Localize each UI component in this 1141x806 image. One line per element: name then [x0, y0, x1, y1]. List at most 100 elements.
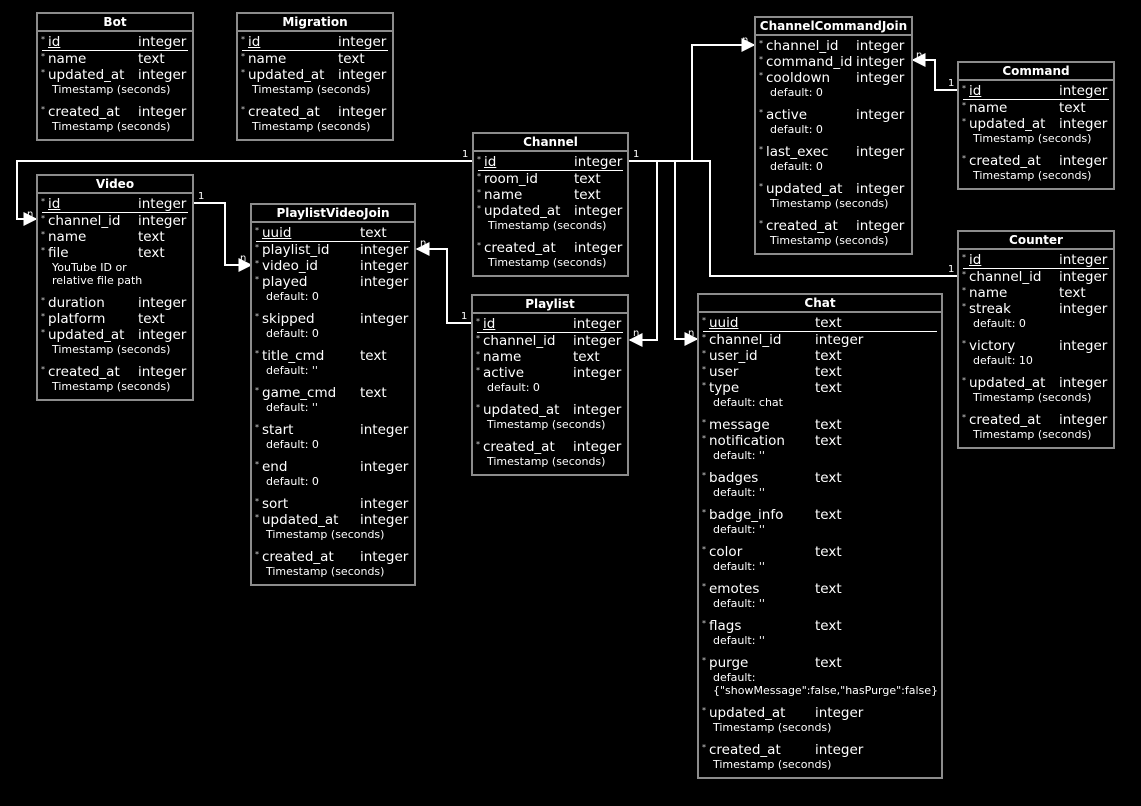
field-name: id: [48, 34, 61, 50]
field-row-created-at[interactable]: * created_at integer: [41, 364, 188, 380]
field-row-channel-id[interactable]: * channel_id integer: [759, 38, 907, 54]
table-chat[interactable]: Chat * uuid text * channel_id integer * user_id t…: [697, 293, 943, 779]
field-row-sort[interactable]: * sort integer: [255, 496, 410, 512]
field-row-active[interactable]: * active integer: [476, 365, 623, 381]
field-row-id[interactable]: * id integer: [477, 154, 623, 171]
field-row-skipped[interactable]: * skipped integer: [255, 311, 410, 327]
field-row-badge-info[interactable]: * badge_info text: [702, 507, 937, 523]
field-name: user: [709, 364, 739, 380]
field-row-name[interactable]: * name text: [962, 285, 1109, 301]
field-name: name: [48, 51, 87, 67]
table-title: Video: [38, 176, 192, 194]
field-row-id[interactable]: * id integer: [962, 83, 1109, 100]
field-row-updated-at[interactable]: * updated_at integer: [41, 327, 188, 343]
field-row-flags[interactable]: * flags text: [702, 618, 937, 634]
table-channelcommandjoin[interactable]: ChannelCommandJoin * channel_id integer * com…: [754, 16, 913, 255]
field-row-cooldown[interactable]: * cooldown integer: [759, 70, 907, 86]
field-row-streak[interactable]: * streak integer: [962, 301, 1109, 317]
field-note: Timestamp (seconds): [973, 428, 1092, 441]
required-marker-icon: *: [255, 275, 259, 284]
field-type: integer: [573, 439, 622, 455]
field-row-playlist-id[interactable]: * playlist_id integer: [255, 242, 410, 258]
field-row-start[interactable]: * start integer: [255, 422, 410, 438]
required-marker-icon: *: [41, 35, 45, 44]
field-row-notification[interactable]: * notification text: [702, 433, 937, 449]
table-command[interactable]: Command * id integer * name text * updated_at int…: [957, 61, 1115, 190]
field-row-updated-at[interactable]: * updated_at integer: [477, 203, 623, 219]
table-playlistvideojoin[interactable]: PlaylistVideoJoin * uuid text * playlist_id in…: [250, 203, 416, 586]
field-type: integer: [1059, 116, 1108, 132]
field-row-channel-id[interactable]: * channel_id integer: [962, 269, 1109, 285]
field-row-updated-at[interactable]: * updated_at integer: [476, 402, 623, 418]
field-row-name[interactable]: * name text: [962, 100, 1109, 116]
field-row-channel-id[interactable]: * channel_id integer: [702, 332, 937, 348]
field-row-name[interactable]: * name text: [241, 51, 388, 67]
field-row-message[interactable]: * message text: [702, 417, 937, 433]
table-migration[interactable]: Migration * id integer * name text * updated_at i…: [236, 12, 394, 141]
field-row-user[interactable]: * user text: [702, 364, 937, 380]
field-row-updated-at[interactable]: * updated_at integer: [255, 512, 410, 528]
field-row-id[interactable]: * id integer: [476, 316, 623, 333]
field-row-name[interactable]: * name text: [41, 229, 188, 245]
field-row-active[interactable]: * active integer: [759, 107, 907, 123]
field-row-played[interactable]: * played integer: [255, 274, 410, 290]
field-row-created-at[interactable]: * created_at integer: [477, 240, 623, 256]
field-row-name[interactable]: * name text: [41, 51, 188, 67]
field-row-uuid[interactable]: * uuid text: [255, 225, 410, 242]
field-row-created-at[interactable]: * created_at integer: [702, 742, 937, 758]
field-row-name[interactable]: * name text: [476, 349, 623, 365]
field-name: channel_id: [969, 269, 1042, 285]
field-row-user-id[interactable]: * user_id text: [702, 348, 937, 364]
field-row-video-id[interactable]: * video_id integer: [255, 258, 410, 274]
table-counter[interactable]: Counter * id integer * channel_id integer * name…: [957, 230, 1115, 449]
field-row-id[interactable]: * id integer: [241, 34, 388, 51]
field-row-file[interactable]: * file text: [41, 245, 188, 261]
field-note: default: '': [713, 560, 765, 573]
field-row-uuid[interactable]: * uuid text: [702, 315, 937, 332]
field-row-last-exec[interactable]: * last_exec integer: [759, 144, 907, 160]
field-row-updated-at[interactable]: * updated_at integer: [962, 116, 1109, 132]
field-row-created-at[interactable]: * created_at integer: [255, 549, 410, 565]
card-playlist-pvj-1: 1: [461, 311, 467, 322]
required-marker-icon: *: [255, 226, 259, 235]
field-row-id[interactable]: * id integer: [962, 252, 1109, 269]
field-type: integer: [1059, 338, 1108, 354]
required-marker-icon: *: [477, 241, 481, 250]
field-row-victory[interactable]: * victory integer: [962, 338, 1109, 354]
field-row-created-at[interactable]: * created_at integer: [962, 153, 1109, 169]
field-row-updated-at[interactable]: * updated_at integer: [702, 705, 937, 721]
field-row-game-cmd[interactable]: * game_cmd text: [255, 385, 410, 401]
field-row-id[interactable]: * id integer: [41, 34, 188, 51]
field-row-name[interactable]: * name text: [477, 187, 623, 203]
field-row-created-at[interactable]: * created_at integer: [476, 439, 623, 455]
field-row-created-at[interactable]: * created_at integer: [241, 104, 388, 120]
field-row-title-cmd[interactable]: * title_cmd text: [255, 348, 410, 364]
field-row-updated-at[interactable]: * updated_at integer: [241, 67, 388, 83]
field-row-command-id[interactable]: * command_id integer: [759, 54, 907, 70]
table-bot[interactable]: Bot * id integer * name text * updated_at integer…: [36, 12, 194, 141]
field-row-color[interactable]: * color text: [702, 544, 937, 560]
field-type: integer: [138, 67, 187, 83]
field-row-updated-at[interactable]: * updated_at integer: [759, 181, 907, 197]
field-row-channel-id[interactable]: * channel_id integer: [476, 333, 623, 349]
table-video[interactable]: Video * id integer * channel_id integer * name te…: [36, 174, 194, 401]
field-row-updated-at[interactable]: * updated_at integer: [962, 375, 1109, 391]
required-marker-icon: *: [962, 270, 966, 279]
field-row-id[interactable]: * id integer: [41, 196, 188, 213]
field-row-platform[interactable]: * platform text: [41, 311, 188, 327]
field-name: uuid: [709, 315, 739, 331]
field-row-emotes[interactable]: * emotes text: [702, 581, 937, 597]
field-row-end[interactable]: * end integer: [255, 459, 410, 475]
field-row-created-at[interactable]: * created_at integer: [41, 104, 188, 120]
field-row-created-at[interactable]: * created_at integer: [962, 412, 1109, 428]
field-row-room-id[interactable]: * room_id text: [477, 171, 623, 187]
field-row-created-at[interactable]: * created_at integer: [759, 218, 907, 234]
field-row-duration[interactable]: * duration integer: [41, 295, 188, 311]
table-playlist[interactable]: Playlist * id integer * channel_id integer * nam…: [471, 294, 629, 476]
field-row-channel-id[interactable]: * channel_id integer: [41, 213, 188, 229]
field-row-purge[interactable]: * purge text: [702, 655, 937, 671]
field-row-updated-at[interactable]: * updated_at integer: [41, 67, 188, 83]
field-row-badges[interactable]: * badges text: [702, 470, 937, 486]
table-channel[interactable]: Channel * id integer * room_id text * name text * u…: [472, 132, 629, 277]
field-row-type[interactable]: * type text: [702, 380, 937, 396]
